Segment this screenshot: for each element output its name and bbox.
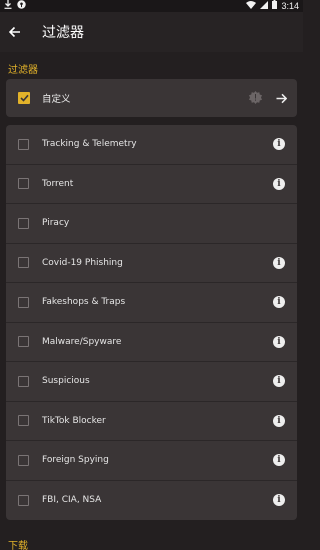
vpn-key-icon (17, 0, 26, 12)
filter-checkbox[interactable] (18, 138, 29, 150)
filter-row[interactable]: Foreign Spying i (6, 441, 297, 481)
status-time: 3:14 (281, 1, 299, 11)
filter-checkbox[interactable] (18, 257, 29, 269)
settings-badge-icon[interactable] (249, 89, 262, 108)
info-icon[interactable]: i (273, 454, 285, 467)
filter-label: Malware/Spyware (42, 336, 122, 347)
filter-label: Tracking & Telemetry (42, 139, 137, 150)
app-bar: 过滤器 (0, 12, 303, 52)
filter-label: Covid-19 Phishing (42, 257, 123, 268)
filter-row[interactable]: Covid-19 Phishing i (6, 244, 297, 283)
filter-label: Fakeshops & Traps (42, 297, 126, 308)
section-label-filters: 过滤器 (8, 65, 38, 76)
filter-row[interactable]: Tracking & Telemetry i (6, 125, 297, 165)
filter-label: FBI, CIA, NSA (42, 495, 102, 506)
info-icon[interactable]: i (273, 494, 285, 507)
page-title: 过滤器 (42, 25, 84, 41)
filter-row[interactable]: Suspicious i (6, 362, 297, 402)
filter-checkbox[interactable] (18, 454, 29, 466)
filter-label: Suspicious (42, 376, 90, 387)
filter-checkbox[interactable] (18, 296, 29, 308)
filter-checkbox[interactable] (18, 217, 29, 229)
filter-checkbox[interactable] (18, 494, 29, 506)
signal-icon (260, 0, 269, 12)
filter-label: Piracy (42, 218, 70, 229)
info-icon[interactable]: i (273, 138, 285, 151)
filter-checkbox[interactable] (18, 415, 29, 427)
arrow-right-icon[interactable] (276, 89, 288, 108)
info-icon[interactable]: i (273, 177, 285, 190)
filter-checkbox[interactable] (18, 375, 29, 387)
wifi-icon (246, 0, 257, 12)
custom-filter-label: 自定义 (42, 94, 71, 105)
battery-icon (272, 0, 278, 12)
info-icon[interactable]: i (273, 256, 285, 269)
filter-row[interactable]: Fakeshops & Traps i (6, 283, 297, 323)
info-icon[interactable]: i (273, 296, 285, 309)
section-label-download: 下载 (8, 541, 28, 550)
back-arrow-icon[interactable] (8, 25, 22, 39)
filter-label: Torrent (42, 178, 74, 189)
info-icon[interactable]: i (273, 375, 285, 388)
filter-label: TikTok Blocker (42, 415, 106, 426)
status-right: 3:14 (246, 0, 299, 12)
info-icon[interactable]: i (273, 414, 285, 427)
filter-checkbox[interactable] (18, 178, 29, 190)
filter-row[interactable]: Piracy (6, 204, 297, 244)
filter-checkbox[interactable] (18, 336, 29, 348)
filter-label: Foreign Spying (42, 455, 109, 466)
filter-row[interactable]: TikTok Blocker i (6, 402, 297, 441)
filter-row[interactable]: Malware/Spyware i (6, 323, 297, 362)
custom-filter-actions (249, 89, 288, 108)
info-icon[interactable]: i (273, 335, 285, 348)
filter-row[interactable]: FBI, CIA, NSA i (6, 481, 297, 521)
custom-filter-checkbox[interactable] (18, 92, 30, 104)
status-left (4, 0, 26, 12)
filters-list: Tracking & Telemetry i Torrent i Piracy … (6, 125, 297, 520)
custom-filter-row[interactable]: 自定义 (6, 79, 297, 117)
filter-row[interactable]: Torrent i (6, 165, 297, 204)
status-bar: 3:14 (0, 0, 303, 12)
download-icon (4, 0, 12, 12)
